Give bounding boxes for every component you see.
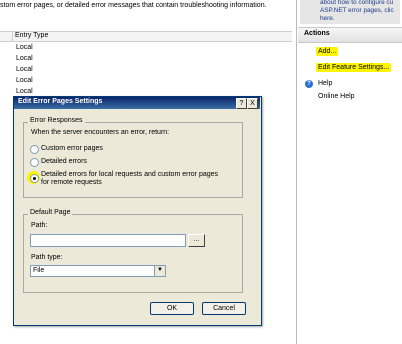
ok-button[interactable]: OK [150,302,194,315]
detailed-errors-radio[interactable] [30,158,39,167]
pane-divider [296,0,297,344]
dialog-title: Edit Error Pages Settings [18,98,103,105]
dialog-help-button[interactable]: ? [236,98,247,109]
table-row[interactable]: Local [16,44,33,51]
help-text-link[interactable]: about how to configure cu ASP.NET error … [320,0,400,23]
error-responses-prompt: When the server encounters an error, ret… [31,129,170,136]
table-row[interactable]: Local [16,66,33,73]
actions-title: Actions [304,30,330,37]
error-responses-group-label: Error Responses [28,117,85,124]
default-page-group-label: Default Page [28,209,73,216]
table-row[interactable]: Local [16,88,33,95]
column-header-entry-type[interactable]: Entry Type [15,32,48,39]
add-link[interactable]: Add... [316,47,339,56]
chevron-down-icon[interactable]: ▼ [154,266,165,276]
table-row[interactable]: Local [16,77,33,84]
edit-feature-settings-label: Edit Feature Settings... [316,63,392,72]
path-type-value: File [33,267,45,274]
help-icon: ? [305,80,313,88]
online-help-link[interactable]: Online Help [318,93,355,100]
custom-error-pages-label[interactable]: Custom error pages [41,145,103,152]
add-label: Add... [316,47,339,56]
browse-button[interactable]: ... [188,234,205,247]
table-row[interactable]: Local [16,55,33,62]
edit-feature-settings-link[interactable]: Edit Feature Settings... [316,63,392,72]
detailed-errors-label[interactable]: Detailed errors [41,158,87,165]
actions-pane [297,0,402,344]
help-link[interactable]: Help [318,80,332,87]
detailed-local-custom-remote-label-line2[interactable]: for remote requests [41,179,102,186]
path-type-select[interactable]: File ▼ [30,265,166,277]
cancel-button[interactable]: Cancel [202,302,246,315]
custom-error-pages-radio[interactable] [30,145,39,154]
path-label: Path: [31,222,48,229]
radio-selected-dot [33,177,36,180]
detailed-local-custom-remote-label[interactable]: Detailed errors for local requests and c… [41,171,218,178]
dialog-close-button[interactable]: X [247,98,258,109]
path-input[interactable] [30,234,186,247]
grid-column-separator[interactable] [12,31,13,42]
page-description: stom error pages, or detailed error mess… [0,2,267,9]
path-type-label: Path type: [31,254,63,261]
